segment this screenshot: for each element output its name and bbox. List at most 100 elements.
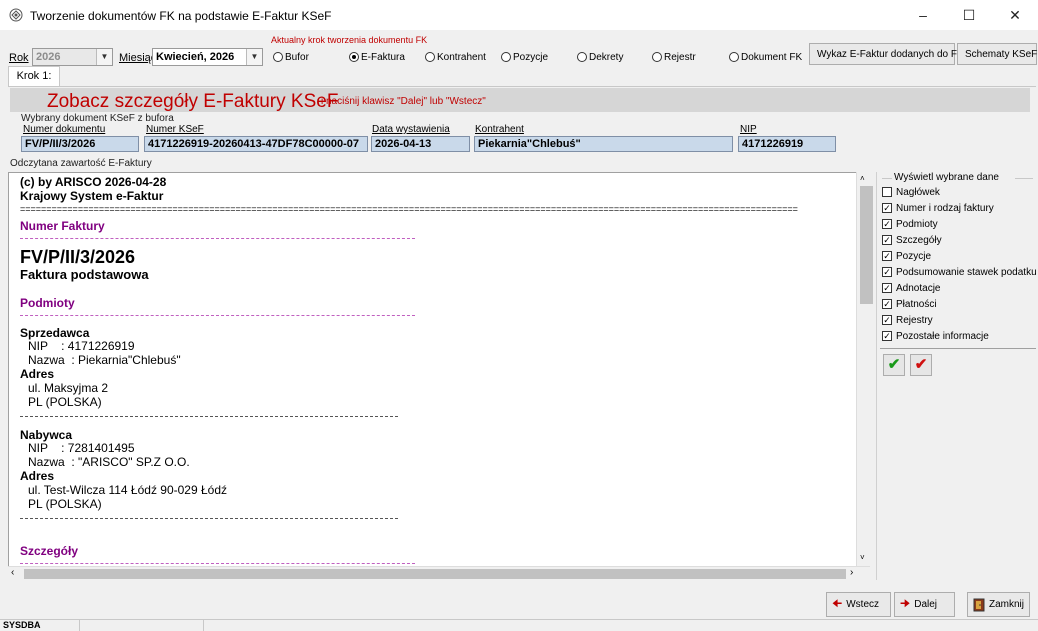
option-checkbox-4[interactable]: ✓ Pozycje	[882, 249, 931, 263]
option-label: Nagłówek	[896, 186, 940, 198]
checkbox-checked-icon: ✓	[882, 219, 892, 229]
seller-address-line2: PL (POLSKA)	[28, 395, 102, 409]
wykaz-button[interactable]: Wykaz E-Faktur dodanych do FK	[809, 43, 964, 65]
divider	[1015, 178, 1033, 179]
kontrahent-label: Kontrahent	[475, 124, 524, 135]
option-checkbox-5[interactable]: ✓ Podsumowanie stawek podatku	[882, 265, 1037, 279]
checkbox-checked-icon: ✓	[882, 267, 892, 277]
wykaz-button-label: Wykaz E-Faktur dodanych do FK	[817, 48, 964, 60]
instruction-banner: Zobacz szczegóły E-Faktury KSeF i naciśn…	[10, 88, 1030, 112]
wstecz-button[interactable]: 🠈 Wstecz	[826, 592, 891, 617]
invoice-type: Faktura podstawowa	[20, 267, 149, 282]
arrow-left-icon: 🠈	[832, 598, 843, 610]
radio-circle	[652, 52, 662, 62]
checkbox-checked-icon: ✓	[882, 331, 892, 341]
option-checkbox-3[interactable]: ✓ Szczegóły	[882, 233, 942, 247]
divider	[880, 348, 1036, 349]
step-radio-e-faktura[interactable]: E-Faktura	[349, 50, 405, 64]
podmioty-heading: Podmioty	[20, 296, 75, 310]
uncheck-all-button[interactable]: ✔	[910, 354, 932, 376]
invoice-header-line2: Krajowy System e-Faktur	[20, 189, 164, 203]
scroll-up-icon[interactable]: ˄	[860, 174, 865, 183]
scroll-left-icon[interactable]: ‹	[11, 567, 14, 578]
radio-circle	[349, 52, 359, 62]
scroll-right-icon[interactable]: ›	[850, 567, 853, 578]
step-radio-bufor[interactable]: Bufor	[273, 50, 309, 64]
data-wystawienia-field: 2026-04-13	[371, 136, 470, 152]
option-checkbox-9[interactable]: ✓ Pozostałe informacje	[882, 329, 989, 343]
option-label: Numer i rodzaj faktury	[896, 202, 994, 214]
step-radio-label: Kontrahent	[437, 51, 486, 63]
buyer-address-line2: PL (POLSKA)	[28, 497, 102, 511]
option-checkbox-8[interactable]: ✓ Rejestry	[882, 313, 933, 327]
maximize-icon[interactable]: ☐	[946, 0, 992, 30]
miesiac-value: Kwiecień, 2026	[156, 51, 235, 63]
option-label: Szczegóły	[896, 234, 942, 246]
radio-circle	[501, 52, 511, 62]
tab-krok-1[interactable]: Krok 1:	[8, 66, 60, 86]
divider	[882, 178, 892, 179]
checkbox-checked-icon: ✓	[882, 299, 892, 309]
radio-circle	[425, 52, 435, 62]
vertical-scroll-thumb[interactable]	[860, 186, 873, 304]
banner-title: Zobacz szczegóły E-Faktury KSeF	[47, 91, 339, 112]
buyer-label: Nabywca	[20, 428, 73, 442]
zamknij-button[interactable]: Zamknij	[967, 592, 1030, 617]
scroll-down-icon[interactable]: ˅	[860, 553, 865, 562]
step-radio-dokument-fk[interactable]: Dokument FK	[729, 50, 802, 64]
dalej-button[interactable]: 🠊 Dalej	[894, 592, 955, 617]
selected-doc-group-label: Wybrany dokument KSeF z bufora	[21, 113, 174, 124]
step-radio-kontrahent[interactable]: Kontrahent	[425, 50, 486, 64]
option-label: Podmioty	[896, 218, 938, 230]
invoice-header-line1: (c) by ARISCO 2026-04-28	[20, 175, 167, 189]
option-checkbox-2[interactable]: ✓ Podmioty	[882, 217, 938, 231]
buyer-address-label: Adres	[20, 469, 55, 483]
chevron-down-icon: ▼	[246, 49, 262, 65]
check-all-button[interactable]: ✔	[883, 354, 905, 376]
buyer-address-line1: ul. Test-Wilcza 114 Łódź 90-029 Łódź	[28, 483, 228, 497]
step-radio-dekrety[interactable]: Dekrety	[577, 50, 623, 64]
miesiac-label: Miesiąc	[119, 52, 157, 64]
app-icon	[9, 8, 23, 22]
option-checkbox-6[interactable]: ✓ Adnotacje	[882, 281, 940, 295]
separator-line: ========================================…	[20, 204, 798, 214]
rok-select[interactable]: 2026 ▼	[32, 48, 113, 66]
numer-dokumentu-label: Numer dokumentu	[23, 124, 106, 135]
divider	[20, 416, 398, 417]
numer-ksef-field: 4171226919-20260413-47DF78C00000-07	[144, 136, 368, 152]
step-radio-label: Bufor	[285, 51, 309, 63]
check-icon: ✔	[887, 356, 901, 373]
title-bar: Tworzenie dokumentów FK na podstawie E-F…	[0, 0, 1038, 30]
checkbox-empty-icon	[882, 187, 892, 197]
radio-circle	[729, 52, 739, 62]
schematy-button[interactable]: Schematy KSeF	[957, 43, 1037, 65]
display-options-label: Wyświetl wybrane dane	[894, 172, 999, 183]
step-radio-label: Dekrety	[589, 51, 624, 63]
divider	[20, 518, 398, 519]
close-icon[interactable]: ✕	[992, 0, 1038, 30]
step-group-label: Aktualny krok tworzenia dokumentu FK	[271, 35, 428, 45]
option-checkbox-1[interactable]: ✓ Numer i rodzaj faktury	[882, 201, 994, 215]
option-checkbox-0[interactable]: Nagłówek	[882, 185, 940, 199]
seller-name: Nazwa : Piekarnia"Chlebuś"	[28, 353, 181, 367]
step-radio-pozycje[interactable]: Pozycje	[501, 50, 548, 64]
option-label: Adnotacje	[896, 282, 941, 294]
invoice-viewer[interactable]: (c) by ARISCO 2026-04-28 Krajowy System …	[8, 172, 864, 580]
horizontal-scroll-thumb[interactable]	[24, 569, 846, 579]
seller-nip: NIP : 4171226919	[28, 339, 135, 353]
checkbox-checked-icon: ✓	[882, 251, 892, 261]
step-radio-label: E-Faktura	[361, 51, 405, 63]
miesiac-select[interactable]: Kwiecień, 2026 ▼	[152, 48, 263, 66]
minimize-icon[interactable]: –	[900, 0, 946, 30]
option-label: Płatności	[896, 298, 937, 310]
checkbox-checked-icon: ✓	[882, 315, 892, 325]
step-radio-label: Pozycje	[513, 51, 549, 63]
nip-label: NIP	[740, 124, 757, 135]
content-label: Odczytana zawartość E-Faktury	[10, 158, 152, 169]
door-exit-icon	[973, 598, 985, 611]
numer-dokumentu-field: FV/P/II/3/2026	[21, 136, 139, 152]
banner-hint: i naciśnij klawisz "Dalej" lub "Wstecz"	[321, 96, 486, 107]
dalej-button-label: Dalej	[914, 599, 938, 610]
step-radio-rejestr[interactable]: Rejestr	[652, 50, 696, 64]
option-checkbox-7[interactable]: ✓ Płatności	[882, 297, 937, 311]
